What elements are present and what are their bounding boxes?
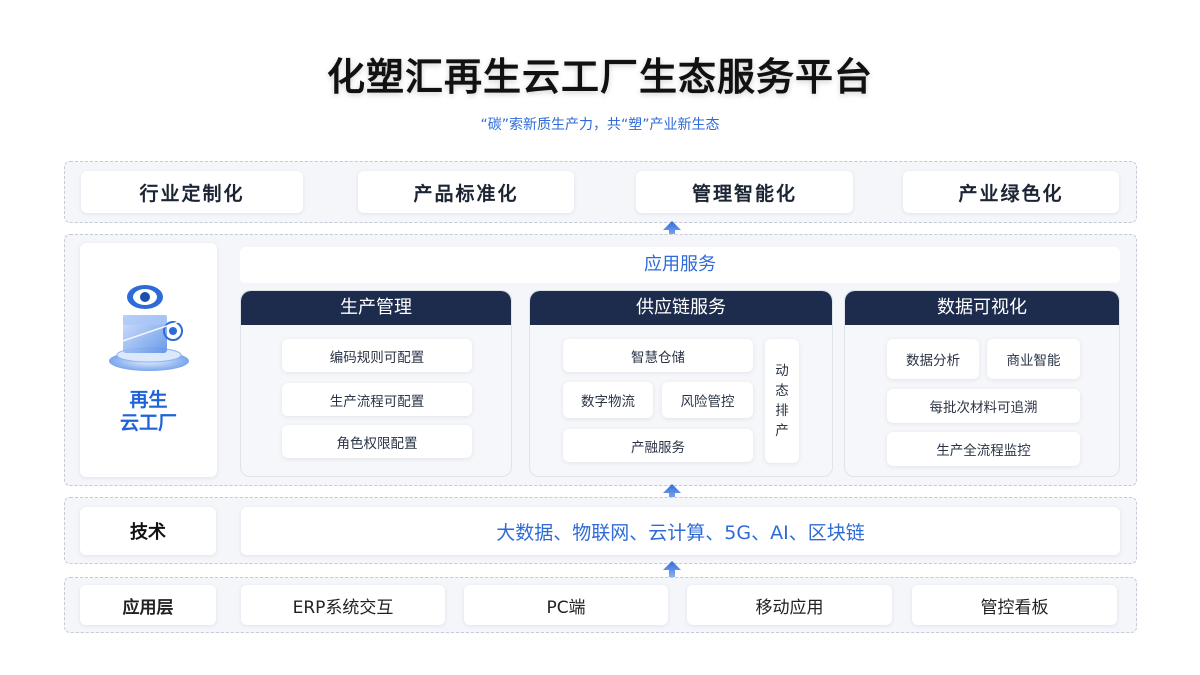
app-layer-panel: 应用层 ERP系统交互 PC端 移动应用 管控看板	[64, 577, 1137, 633]
list-item: 生产全流程监控	[887, 432, 1080, 466]
supply-chain-header: 供应链服务	[530, 291, 832, 325]
goal-industry-green: 产业绿色化	[903, 171, 1119, 213]
list-item: 编码规则可配置	[282, 339, 472, 372]
production-management-header: 生产管理	[241, 291, 511, 325]
factory-label-line1: 再生	[129, 389, 168, 411]
app-layer-item-dashboard: 管控看板	[912, 585, 1117, 625]
list-item: 产融服务	[563, 429, 753, 462]
app-layer-item-erp: ERP系统交互	[241, 585, 445, 625]
list-item: 每批次材料可追溯	[887, 389, 1080, 423]
goal-product-standardization: 产品标准化	[358, 171, 574, 213]
list-item: 数字物流	[563, 382, 653, 418]
vertical-char: 排	[775, 403, 789, 419]
tech-panel: 技术 大数据、物联网、云计算、5G、AI、区块链	[64, 497, 1137, 564]
data-visualization-column: 数据可视化 数据分析 商业智能 每批次材料可追溯 生产全流程监控	[844, 290, 1120, 477]
list-item: 数据分析	[887, 339, 979, 379]
list-item: 商业智能	[987, 339, 1080, 379]
data-visualization-header: 数据可视化	[845, 291, 1119, 325]
vertical-char: 态	[775, 383, 789, 399]
tech-content: 大数据、物联网、云计算、5G、AI、区块链	[241, 507, 1120, 555]
goals-panel: 行业定制化 产品标准化 管理智能化 产业绿色化	[64, 161, 1137, 223]
list-item: 智慧仓储	[563, 339, 753, 372]
eye-cube-platform-icon	[108, 285, 189, 371]
vertical-char: 动	[775, 363, 789, 379]
goal-industry-customization: 行业定制化	[81, 171, 303, 213]
app-service-title: 应用服务	[240, 247, 1120, 283]
app-layer-item-mobile: 移动应用	[687, 585, 892, 625]
list-item: 生产流程可配置	[282, 383, 472, 416]
vertical-char: 产	[775, 423, 789, 439]
dynamic-scheduling-card: 动 态 排 产	[765, 339, 799, 463]
app-layer-label: 应用层	[80, 585, 216, 625]
factory-label: 再生 云工厂	[120, 389, 177, 435]
factory-label-line2: 云工厂	[119, 412, 177, 434]
goal-management-intelligence: 管理智能化	[636, 171, 853, 213]
production-management-column: 生产管理 编码规则可配置 生产流程可配置 角色权限配置	[240, 290, 512, 477]
tech-label: 技术	[80, 507, 216, 555]
list-item: 风险管控	[662, 382, 753, 418]
page-subtitle: “碳”索新质生产力，共“塑”产业新生态	[480, 117, 720, 133]
list-item: 角色权限配置	[282, 425, 472, 458]
core-panel: 再生 云工厂 应用服务 生产管理 编码规则可配置 生产流程可配置 角色权限配置 …	[64, 234, 1137, 486]
app-layer-item-pc: PC端	[464, 585, 668, 625]
supply-chain-column: 供应链服务 智慧仓储 数字物流 风险管控 产融服务 动 态 排 产	[529, 290, 833, 477]
factory-card: 再生 云工厂	[80, 243, 217, 477]
page-title: 化塑汇再生云工厂生态服务平台	[326, 55, 873, 99]
